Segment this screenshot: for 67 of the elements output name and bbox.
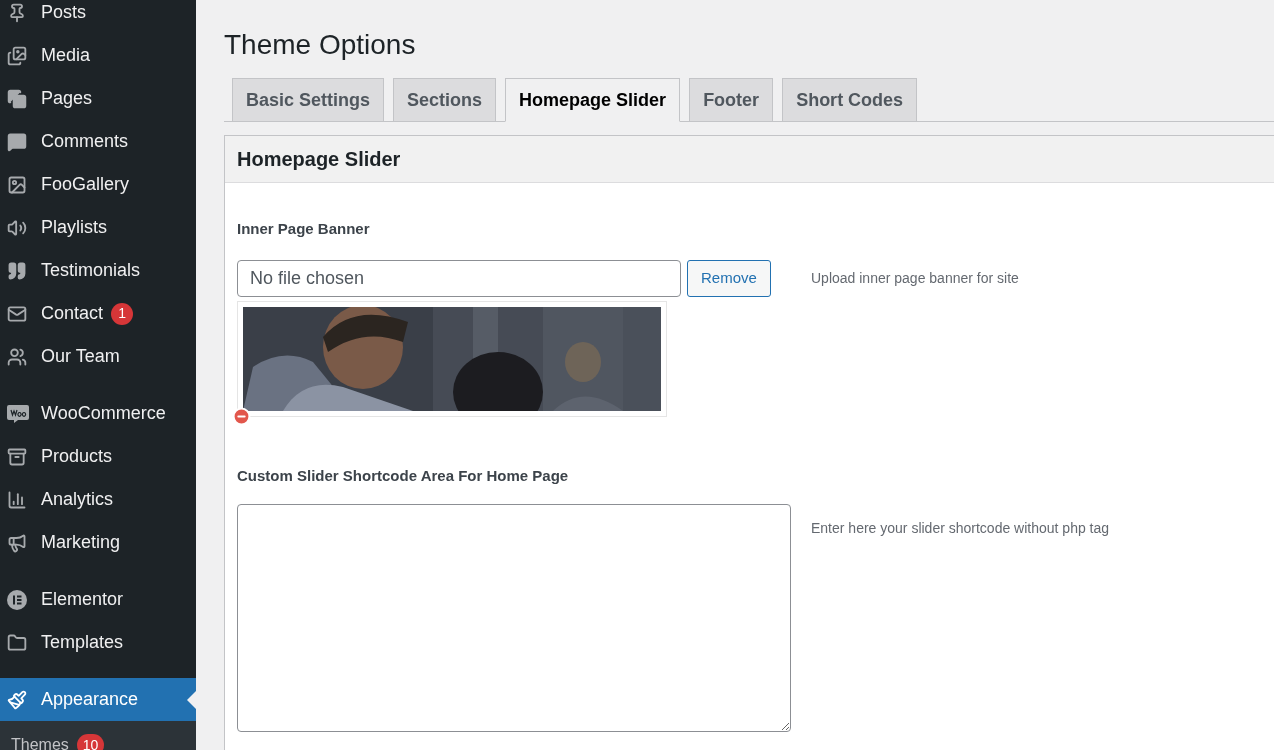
menu-item[interactable]: Media	[0, 34, 196, 77]
menu-item[interactable]: Analytics	[0, 478, 196, 521]
field-description: Enter here your slider shortcode without php tag	[811, 518, 1110, 538]
page-title: Theme Options	[224, 28, 417, 62]
panel-title: Homepage Slider	[237, 147, 401, 172]
megaphone-icon	[7, 532, 27, 553]
gallery-icon	[7, 174, 27, 195]
menu-item[interactable]: Testimonials	[0, 249, 196, 292]
menu-item[interactable]: Contact 1	[0, 292, 196, 335]
menu-item[interactable]: Posts	[0, 0, 196, 34]
pages-icon	[7, 88, 27, 109]
speech-bubble-icon	[7, 131, 27, 152]
speaker-icon	[7, 217, 27, 238]
menu-label: Marketing	[41, 531, 121, 554]
menu-label: Templates	[41, 631, 124, 654]
menu-item[interactable]: Templates	[0, 621, 196, 664]
menu-label: Appearance	[41, 688, 139, 711]
woo-icon	[7, 403, 29, 424]
current-pointer-icon	[187, 691, 196, 709]
menu-item[interactable]: Elementor	[0, 578, 196, 621]
menu-label: Pages	[41, 87, 93, 110]
quote-icon	[7, 260, 27, 281]
menu-item[interactable]: Products	[0, 435, 196, 478]
field-label: Custom Slider Shortcode Area For Home Page	[237, 465, 570, 486]
menu-label: FooGallery	[41, 173, 130, 196]
menu-label: Comments	[41, 130, 129, 153]
file-field[interactable]: No file chosen	[237, 259, 681, 297]
paintbrush-icon	[7, 689, 27, 710]
menu-item[interactable]: Comments	[0, 120, 196, 163]
tab[interactable]: Basic Settings	[232, 78, 385, 122]
media-icon	[7, 45, 27, 66]
pin-icon	[7, 2, 27, 23]
menu-label: Testimonials	[41, 259, 141, 282]
menu-label: Playlists	[41, 216, 107, 239]
tab[interactable]: Homepage Slider	[505, 78, 681, 122]
menu-label: Elementor	[41, 588, 124, 611]
remove-icon[interactable]	[232, 406, 251, 426]
submenu-label: Themes	[11, 735, 69, 750]
archive-box-icon	[7, 446, 27, 467]
menu-item[interactable]: Pages	[0, 77, 196, 120]
people-icon	[7, 346, 27, 367]
bar-chart-icon	[7, 489, 27, 510]
tab[interactable]: Sections	[393, 78, 497, 122]
menu-item[interactable]: Playlists	[0, 206, 196, 249]
envelope-icon	[7, 303, 27, 324]
menu-item[interactable]: Appearance	[0, 678, 196, 721]
menu-label: Media	[41, 44, 91, 67]
menu-label: Posts	[41, 1, 87, 24]
menu-item[interactable]: Our Team	[0, 335, 196, 378]
menu-label: WooCommerce	[41, 402, 166, 425]
count-badge: 10	[76, 734, 105, 750]
remove-button[interactable]: Remove	[687, 259, 771, 297]
menu-label: Contact	[41, 302, 104, 325]
menu-label: Products	[41, 445, 113, 468]
elementor-icon	[7, 589, 27, 610]
menu-label: Analytics	[41, 488, 114, 511]
submenu-item[interactable]: Themes 10	[0, 731, 196, 750]
tab[interactable]: Short Codes	[782, 78, 918, 122]
menu-item[interactable]: Marketing	[0, 521, 196, 564]
field-description: Upload inner page banner for site	[811, 269, 1019, 288]
tab[interactable]: Footer	[689, 78, 774, 122]
menu-item[interactable]: FooGallery	[0, 163, 196, 206]
menu-item[interactable]: WooCommerce	[0, 392, 196, 435]
folder-icon	[7, 632, 27, 653]
menu-label: Our Team	[41, 345, 120, 368]
count-badge: 1	[111, 302, 134, 325]
field-label: Inner Page Banner	[237, 219, 371, 239]
